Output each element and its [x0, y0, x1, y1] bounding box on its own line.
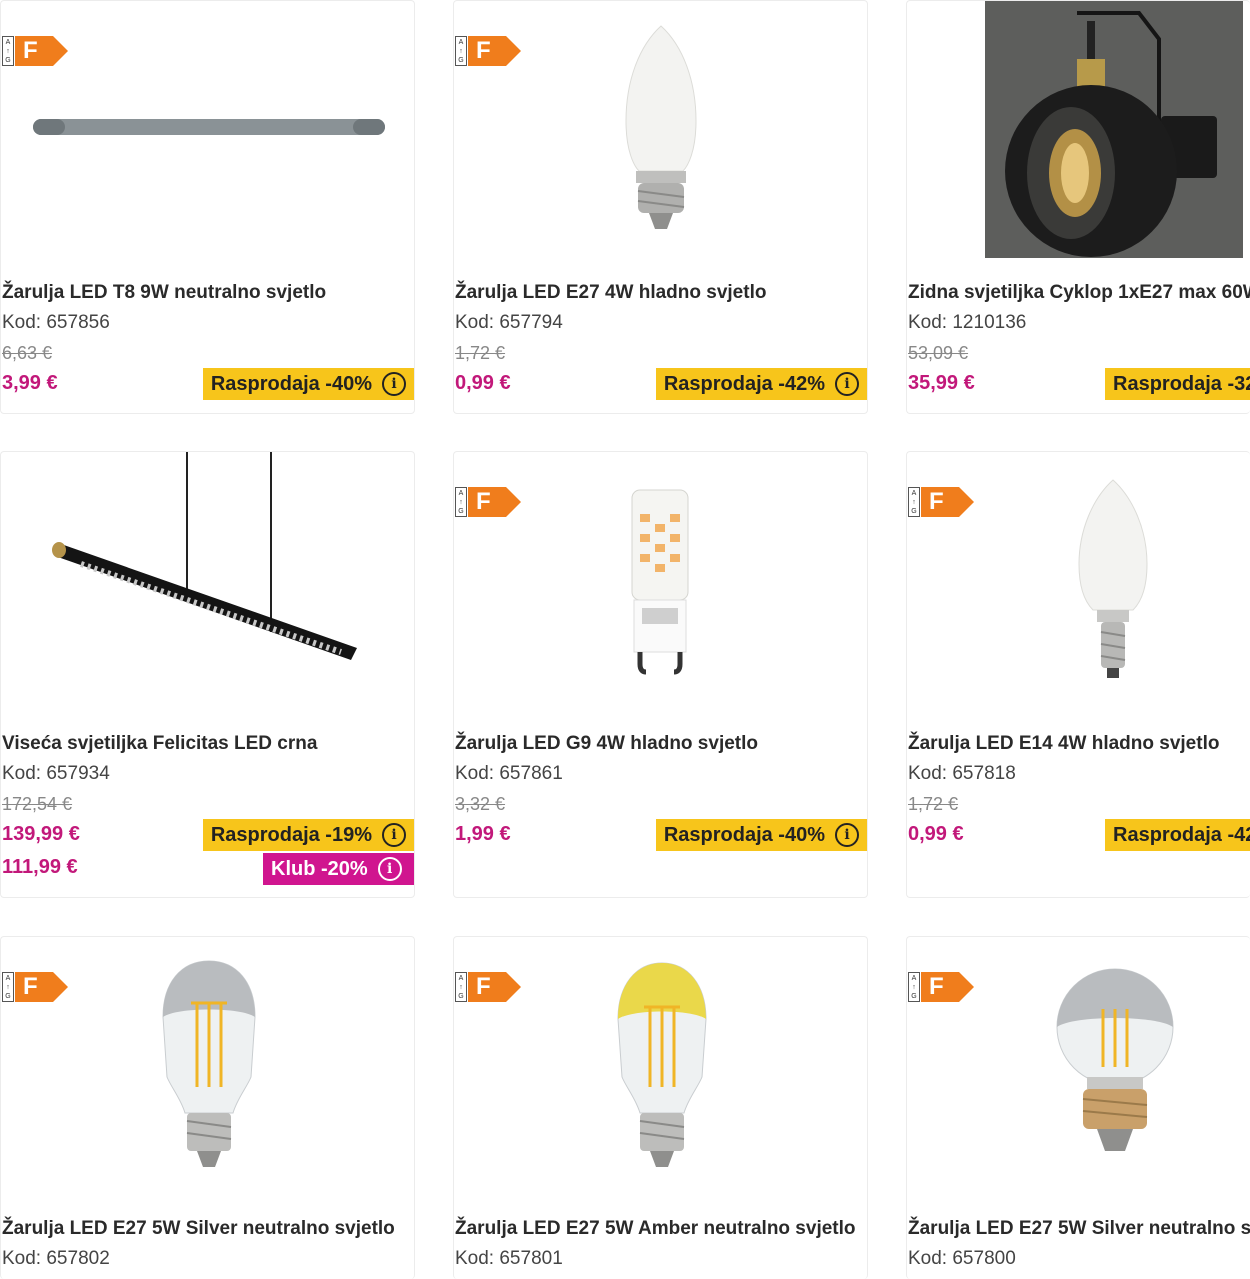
info-icon[interactable]: i [835, 372, 859, 396]
product-title[interactable]: Žarulja LED E27 5W Silver neutralno svje [908, 1218, 1250, 1240]
old-price: 3,32 € [455, 794, 506, 814]
info-icon[interactable]: i [377, 857, 402, 881]
product-title[interactable]: Zidna svjetiljka Cyklop 1xE27 max 60W c [908, 282, 1250, 304]
sale-badge: Rasprodaja -40% i [202, 368, 414, 400]
sale-badge: Rasprodaja -32 [1105, 368, 1250, 400]
product-title[interactable]: Žarulja LED G9 4W hladno svjetlo [455, 733, 758, 755]
product-code: Kod: 1210136 [908, 312, 1027, 333]
product-card[interactable]: A ↑ G F Žarulja LED E27 5W Amber neutralno… [453, 936, 868, 1279]
product-title[interactable]: Viseća svjetiljka Felicitas LED crna [2, 733, 317, 755]
sale-badge: Rasprodaja -42% i [655, 368, 867, 400]
product-card[interactable]: A ↑ G F Žarulja LED E27 5W Silver neutraln… [906, 936, 1250, 1279]
sale-price: 0,99 € [455, 372, 511, 394]
info-icon[interactable]: i [835, 823, 859, 847]
klub-price: 111,99 € [2, 856, 78, 878]
energy-label-icon: A ↑ G F [908, 971, 974, 1003]
sale-price: 1,99 € [455, 823, 511, 845]
sale-price: 139,99 € [2, 823, 80, 845]
product-card[interactable]: Zidna svjetiljka Cyklop 1xE27 max 60W c … [906, 0, 1250, 414]
product-code: Kod: 657802 [2, 1248, 110, 1269]
energy-label-icon: A ↑ G F [2, 971, 68, 1003]
product-code: Kod: 657861 [455, 763, 563, 784]
product-code: Kod: 657934 [2, 763, 110, 784]
energy-label-icon: A ↑ G F [455, 971, 521, 1003]
sale-badge: Rasprodaja -19% i [202, 819, 414, 851]
energy-label-icon: A ↑ G F [2, 35, 68, 67]
sale-price: 0,99 € [908, 823, 964, 845]
energy-label-icon: A ↑ G F [455, 486, 521, 518]
old-price: 1,72 € [455, 343, 506, 363]
product-title[interactable]: Žarulja LED E27 5W Amber neutralno svjet… [455, 1218, 856, 1240]
product-image[interactable] [907, 1, 1250, 271]
product-title[interactable]: Žarulja LED E14 4W hladno svjetlo [908, 733, 1219, 755]
product-card[interactable]: A ↑ G F Žarulja LED E27 4W hladno svjetlo … [453, 0, 868, 414]
product-card[interactable]: A ↑ G F Žarulja LED G9 4W hladno svjetlo K… [453, 451, 868, 898]
product-card[interactable]: A ↑ G F Žarulja LED E27 5W Silver neutraln… [0, 936, 415, 1279]
product-code: Kod: 657801 [455, 1248, 563, 1269]
product-code: Kod: 657818 [908, 763, 1016, 784]
klub-badge: Klub -20% i [263, 853, 414, 885]
old-price: 53,09 € [908, 343, 969, 363]
product-title[interactable]: Žarulja LED E27 4W hladno svjetlo [455, 282, 766, 304]
sale-badge: Rasprodaja -40% i [655, 819, 867, 851]
product-title[interactable]: Žarulja LED T8 9W neutralno svjetlo [2, 282, 326, 304]
info-icon[interactable]: i [382, 823, 406, 847]
product-card[interactable]: A ↑ G F Žarulja LED T8 9W neutralno svjetl… [0, 0, 415, 414]
old-price: 1,72 € [908, 794, 959, 814]
product-title[interactable]: Žarulja LED E27 5W Silver neutralno svje… [2, 1218, 395, 1240]
product-code: Kod: 657800 [908, 1248, 1016, 1269]
product-image[interactable] [1, 452, 414, 722]
product-card[interactable]: Viseća svjetiljka Felicitas LED crna Kod… [0, 451, 415, 898]
info-icon[interactable]: i [382, 372, 406, 396]
product-card[interactable]: A ↑ G F Žarulja LED E14 4W hladno svjetlo … [906, 451, 1250, 898]
old-price: 6,63 € [2, 343, 53, 363]
product-code: Kod: 657856 [2, 312, 110, 333]
energy-label-icon: A ↑ G F [455, 35, 521, 67]
product-code: Kod: 657794 [455, 312, 563, 333]
sale-price: 35,99 € [908, 372, 975, 394]
sale-badge: Rasprodaja -42 [1105, 819, 1250, 851]
energy-label-icon: A ↑ G F [908, 486, 974, 518]
sale-price: 3,99 € [2, 372, 58, 394]
old-price: 172,54 € [2, 794, 73, 814]
